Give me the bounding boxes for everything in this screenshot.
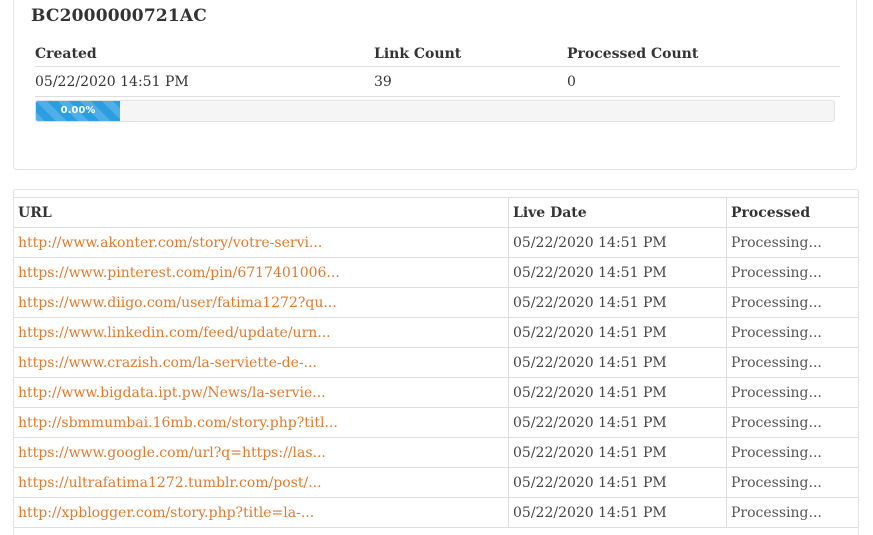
url-link[interactable]: https://www.crazish.com/la-serviette-de-…: [18, 355, 317, 371]
live-date-cell: 05/22/2020 14:51 PM: [508, 317, 727, 348]
table-row: http://xpblogger.com/story.php?title=la-…: [14, 497, 858, 528]
live-date-cell: 05/22/2020 14:51 PM: [508, 347, 727, 378]
live-date-cell: 05/22/2020 14:51 PM: [508, 467, 727, 498]
url-link[interactable]: http://sbmmumbai.16mb.com/story.php?titl…: [18, 415, 338, 431]
table-row: https://www.linkedin.com/feed/update/urn…: [14, 317, 858, 348]
summary-value-row: 05/22/2020 14:51 PM 39 0: [35, 66, 840, 97]
url-link[interactable]: http://www.bigdata.ipt.pw/News/la-servie…: [18, 385, 326, 401]
processed-status-cell: Processing...: [726, 437, 858, 468]
table-row: https://www.google.com/url?q=https://las…: [14, 437, 858, 468]
url-link[interactable]: http://www.akonter.com/story/votre-servi…: [18, 235, 322, 251]
progress-bar-fill: 0.00%: [36, 101, 120, 121]
live-date-cell: 05/22/2020 14:51 PM: [508, 407, 727, 438]
table-row: http://www.akonter.com/story/votre-servi…: [14, 227, 858, 258]
link-count-value: 39: [374, 66, 567, 97]
table-row: https://www.pinterest.com/pin/6717401006…: [14, 257, 858, 288]
url-column-header[interactable]: URL: [14, 197, 509, 228]
processed-count-value: 0: [567, 66, 840, 97]
processed-status-cell: Processing...: [726, 287, 858, 318]
links-table-body: http://www.akonter.com/story/votre-servi…: [14, 227, 858, 528]
live-date-cell: 05/22/2020 14:51 PM: [508, 377, 727, 408]
table-row: https://www.diigo.com/user/fatima1272?qu…: [14, 287, 858, 318]
url-link[interactable]: https://www.linkedin.com/feed/update/urn…: [18, 325, 331, 341]
links-header-row: URL Live Date Processed: [14, 197, 858, 228]
url-link[interactable]: https://ultrafatima1272.tumblr.com/post/…: [18, 475, 322, 491]
url-link[interactable]: https://www.pinterest.com/pin/6717401006…: [18, 265, 340, 281]
links-card: URL Live Date Processed http://www.akont…: [13, 189, 859, 535]
processed-status-cell: Processing...: [726, 497, 858, 528]
table-row: https://ultrafatima1272.tumblr.com/post/…: [14, 467, 858, 498]
batch-detail-page: BC2000000721AC Created Link Count Proces…: [0, 0, 873, 535]
processed-status-cell: Processing...: [726, 227, 858, 258]
table-row: http://sbmmumbai.16mb.com/story.php?titl…: [14, 407, 858, 438]
created-header: Created: [35, 41, 374, 67]
url-link[interactable]: https://www.diigo.com/user/fatima1272?qu…: [18, 295, 337, 311]
live-date-cell: 05/22/2020 14:51 PM: [508, 437, 727, 468]
live-date-cell: 05/22/2020 14:51 PM: [508, 227, 727, 258]
processed-column-header[interactable]: Processed: [726, 197, 858, 228]
processed-status-cell: Processing...: [726, 377, 858, 408]
processed-status-cell: Processing...: [726, 257, 858, 288]
processed-status-cell: Processing...: [726, 317, 858, 348]
table-row: https://www.crazish.com/la-serviette-de-…: [14, 347, 858, 378]
processed-status-cell: Processing...: [726, 407, 858, 438]
batch-id-title: BC2000000721AC: [31, 6, 208, 26]
links-table: URL Live Date Processed http://www.akont…: [14, 197, 858, 528]
table-row: http://www.bigdata.ipt.pw/News/la-servie…: [14, 377, 858, 408]
batch-summary-card: BC2000000721AC Created Link Count Proces…: [13, 0, 857, 170]
live-date-cell: 05/22/2020 14:51 PM: [508, 287, 727, 318]
batch-summary-table: Created Link Count Processed Count 05/22…: [35, 41, 840, 97]
summary-header-row: Created Link Count Processed Count: [35, 41, 840, 67]
url-link[interactable]: http://xpblogger.com/story.php?title=la-…: [18, 505, 314, 521]
url-link[interactable]: https://www.google.com/url?q=https://las…: [18, 445, 326, 461]
created-value: 05/22/2020 14:51 PM: [35, 66, 374, 97]
processed-status-cell: Processing...: [726, 347, 858, 378]
progress-bar: 0.00%: [35, 100, 835, 122]
processed-status-cell: Processing...: [726, 467, 858, 498]
processed-count-header: Processed Count: [567, 41, 840, 67]
link-count-header: Link Count: [374, 41, 567, 67]
live-date-column-header[interactable]: Live Date: [508, 197, 727, 228]
live-date-cell: 05/22/2020 14:51 PM: [508, 257, 727, 288]
live-date-cell: 05/22/2020 14:51 PM: [508, 497, 727, 528]
